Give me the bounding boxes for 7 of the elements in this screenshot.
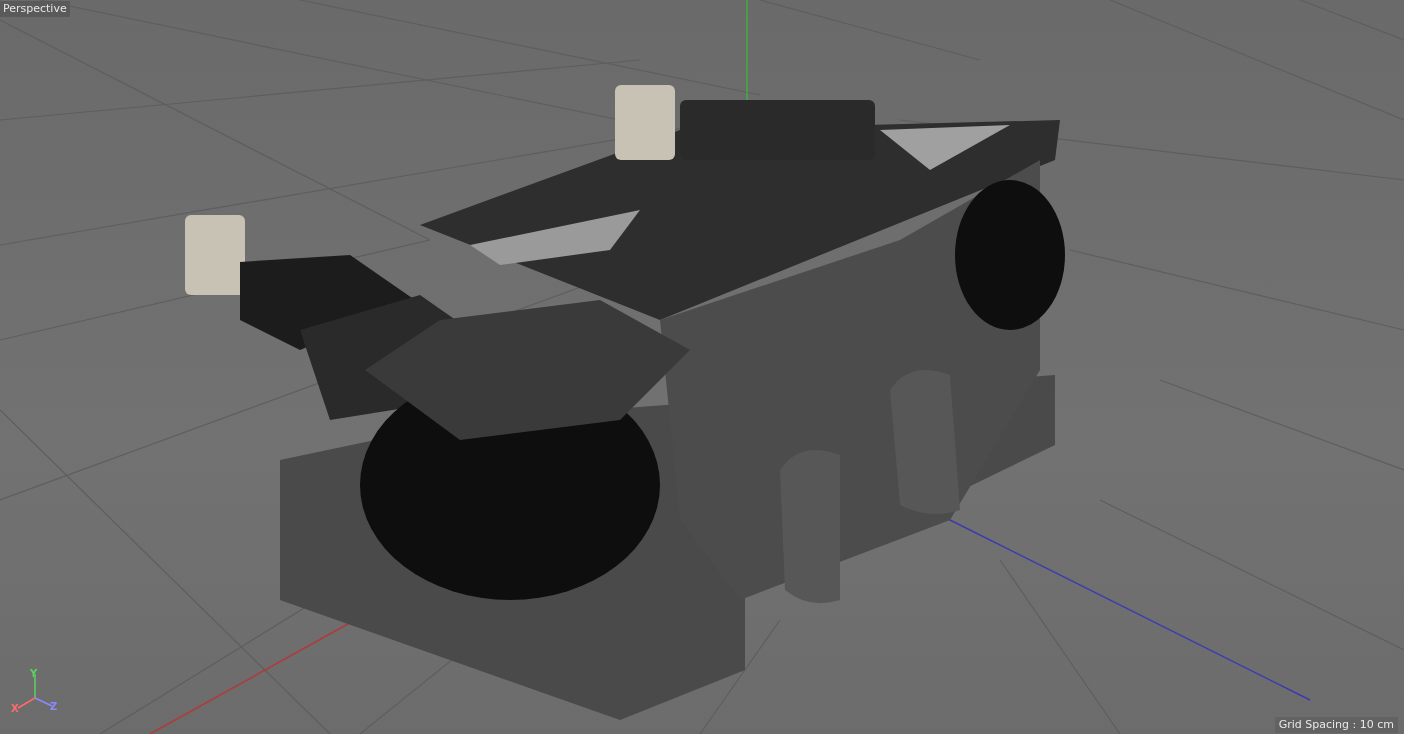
grid-spacing-label: Grid Spacing : 10 cm (1274, 717, 1398, 733)
axis-label: Y (30, 669, 38, 679)
axis-label: X (11, 704, 19, 714)
y-axis-gizmo-line (34, 673, 36, 699)
view-label: Perspective (0, 1, 70, 17)
x-axis-gizmo-line (17, 697, 36, 709)
axis-label: Z (50, 702, 58, 712)
